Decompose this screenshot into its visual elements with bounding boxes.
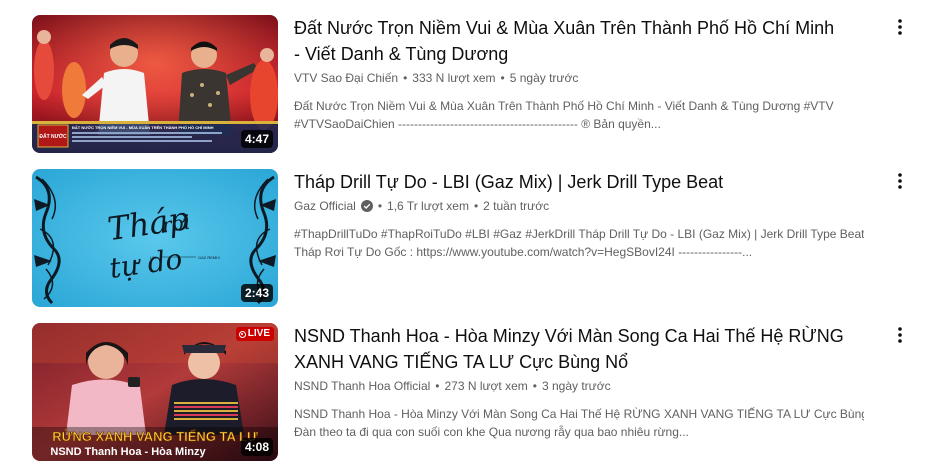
live-label: LIVE xyxy=(247,328,270,339)
video-thumbnail[interactable]: Tháp rơi tự do LBI GAZ REMIX 2:43 xyxy=(32,169,278,307)
video-metadata: VTV Sao Đại Chiến • 333 N lượt xem • 5 n… xyxy=(294,69,864,87)
search-results-list: ĐẤT NƯỚC ĐẤT NƯỚC TRỌN NIỀM VUI - MÙA XU… xyxy=(0,0,947,470)
video-duration: 4:47 xyxy=(240,130,273,148)
more-actions-button[interactable] xyxy=(888,323,912,347)
more-vert-icon xyxy=(898,19,902,35)
thumb-small-text: LBI xyxy=(150,255,156,260)
more-actions-button[interactable] xyxy=(888,15,912,39)
description-line: Đất Nước Trọn Niềm Vui & Mùa Xuân Trên T… xyxy=(294,99,834,113)
video-duration: 2:43 xyxy=(240,284,273,302)
upload-age: 2 tuần trước xyxy=(483,199,550,213)
meta-separator: • xyxy=(532,379,537,393)
video-title-line: Đất Nước Trọn Niềm Vui & Mùa Xuân Trên T… xyxy=(294,18,835,38)
verified-check-icon xyxy=(360,200,373,212)
more-vert-icon xyxy=(898,327,902,343)
description-line: #ThapDrillTuDo #ThapRoiTuDo #LBI #Gaz #J… xyxy=(294,227,864,241)
video-description: Đất Nước Trọn Niềm Vui & Mùa Xuân Trên T… xyxy=(294,97,864,133)
view-count: 1,6 Tr lượt xem xyxy=(387,199,469,213)
description-line: Tháp Rơi Tự Do Gốc : https://www.youtube… xyxy=(294,245,753,259)
video-thumbnail[interactable]: RỪNG XANH VANG TIẾNG TA LƯ NSND Thanh Ho… xyxy=(32,323,278,461)
description-line: Đàn theo ta đi qua con suối con khe Qua … xyxy=(294,425,689,439)
meta-separator: • xyxy=(500,71,505,85)
channel-name[interactable]: Gaz Official xyxy=(294,197,356,215)
video-title-line: NSND Thanh Hoa - Hòa Minzy Với Màn Song … xyxy=(294,326,844,346)
video-result: Tháp rơi tự do LBI GAZ REMIX 2:43 Tháp D… xyxy=(32,169,912,307)
video-title-line: XANH VANG TIẾNG TA LƯ Cực Bùng Nổ xyxy=(294,352,629,372)
video-description: NSND Thanh Hoa - Hòa Minzy Với Màn Song … xyxy=(294,405,864,441)
video-title[interactable]: Đất Nước Trọn Niềm Vui & Mùa Xuân Trên T… xyxy=(294,15,864,67)
video-description: #ThapDrillTuDo #ThapRoiTuDo #LBI #Gaz #J… xyxy=(294,225,864,261)
live-broadcast-icon xyxy=(238,330,246,338)
video-details: NSND Thanh Hoa - Hòa Minzy Với Màn Song … xyxy=(294,323,864,441)
video-metadata: Gaz Official • 1,6 Tr lượt xem • 2 tuần … xyxy=(294,197,864,215)
video-title[interactable]: Tháp Drill Tự Do - LBI (Gaz Mix) | Jerk … xyxy=(294,169,864,195)
video-details: Tháp Drill Tự Do - LBI (Gaz Mix) | Jerk … xyxy=(294,169,864,261)
description-line: #VTVSaoDaiChien ------------------------… xyxy=(294,117,661,131)
video-result: ĐẤT NƯỚC ĐẤT NƯỚC TRỌN NIỀM VUI - MÙA XU… xyxy=(32,15,912,153)
meta-separator: • xyxy=(377,199,383,213)
thumb-script-text: rơi xyxy=(160,210,191,238)
video-thumbnail[interactable]: ĐẤT NƯỚC ĐẤT NƯỚC TRỌN NIỀM VUI - MÙA XU… xyxy=(32,15,278,153)
video-metadata: NSND Thanh Hoa Official • 273 N lượt xem… xyxy=(294,377,864,395)
meta-separator: • xyxy=(435,379,440,393)
video-title-line: - Viết Danh & Tùng Dương xyxy=(294,44,509,64)
video-title[interactable]: NSND Thanh Hoa - Hòa Minzy Với Màn Song … xyxy=(294,323,864,375)
meta-separator: • xyxy=(473,199,479,213)
thumb-names-text: NSND Thanh Hoa - Hòa Minzy xyxy=(50,446,206,458)
channel-name[interactable]: NSND Thanh Hoa Official xyxy=(294,377,430,395)
video-details: Đất Nước Trọn Niềm Vui & Mùa Xuân Trên T… xyxy=(294,15,864,133)
upload-age: 5 ngày trước xyxy=(509,71,579,85)
view-count: 333 N lượt xem xyxy=(412,71,496,85)
thumb-overlay-text: ĐẤT NƯỚC TRỌN NIỀM VUI - MÙA XUÂN TRÊN T… xyxy=(72,125,214,130)
live-badge: LIVE xyxy=(235,327,274,341)
more-vert-icon xyxy=(898,173,902,189)
video-result: RỪNG XANH VANG TIẾNG TA LƯ NSND Thanh Ho… xyxy=(32,323,912,461)
view-count: 273 N lượt xem xyxy=(444,379,528,393)
video-title-line: Tháp Drill Tự Do - LBI (Gaz Mix) | Jerk … xyxy=(294,172,724,192)
video-duration: 4:08 xyxy=(240,438,273,456)
more-actions-button[interactable] xyxy=(888,169,912,193)
channel-name[interactable]: VTV Sao Đại Chiến xyxy=(294,69,398,87)
thumb-banner-text: RỪNG XANH VANG TIẾNG TA LƯ xyxy=(52,429,258,444)
description-line: NSND Thanh Hoa - Hòa Minzy Với Màn Song … xyxy=(294,407,864,421)
upload-age: 3 ngày trước xyxy=(541,379,611,393)
thumb-logo-text: ĐẤT NƯỚC xyxy=(39,132,67,140)
meta-separator: • xyxy=(403,71,408,85)
thumb-small-text: GAZ REMIX xyxy=(198,255,220,260)
